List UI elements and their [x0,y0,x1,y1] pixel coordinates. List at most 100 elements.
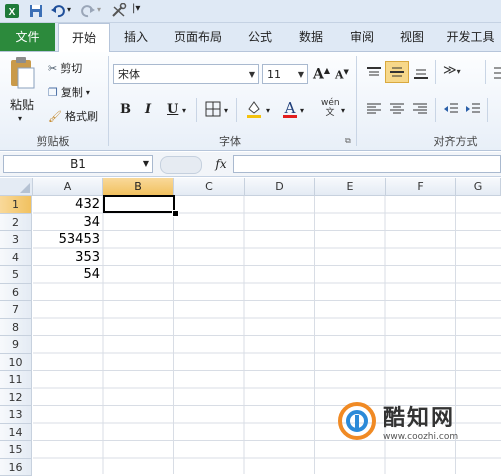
row-header[interactable]: 11 [0,371,32,389]
fill-handle[interactable] [172,210,179,217]
align-left-icon[interactable] [366,102,382,116]
paste-button[interactable]: 粘贴 ▾ [6,56,38,132]
cell-a3[interactable]: 53453 [33,232,103,247]
underline-button[interactable]: U [167,102,178,117]
align-middle-button[interactable] [385,61,409,83]
format-painter-button[interactable]: 🖌 格式刷 [48,108,98,124]
insert-function-button[interactable]: fx [210,155,232,173]
redo-icon[interactable] [80,3,96,19]
column-header[interactable]: C [174,178,245,196]
phonetic-icon[interactable]: wén文 [321,98,339,120]
column-header[interactable]: G [456,178,501,196]
svg-text:X: X [9,7,16,18]
fill-color-icon[interactable] [245,99,263,119]
shrink-font-button[interactable]: A▼ [335,67,349,82]
cell-a5[interactable]: 54 [33,267,103,282]
row-header[interactable]: 10 [0,354,32,372]
row-header[interactable]: 15 [0,441,32,459]
tab-developer[interactable]: 开发工具 [440,23,501,51]
row-header[interactable]: 6 [0,284,32,302]
formula-input[interactable] [233,155,501,173]
tab-review[interactable]: 审阅 [340,23,384,51]
ribbon-home: 粘贴 ▾ ✂ 剪切 ❐ 复制 ▾ 🖌 格式刷 剪贴板 宋体 ▼ 11 ▼ A▲ … [0,52,501,151]
row-header[interactable]: 1 [0,196,32,214]
copy-button[interactable]: ❐ 复制 ▾ [48,84,90,100]
bold-button[interactable]: B [120,102,131,117]
copy-dropdown-icon: ▾ [86,88,90,97]
align-center-icon[interactable] [389,102,405,116]
tab-page-layout[interactable]: 页面布局 [164,23,232,51]
redo-dropdown-icon[interactable]: ▾ [97,5,101,14]
paste-icon [8,56,36,90]
undo-dropdown-icon[interactable]: ▾ [67,5,71,14]
font-size-value: 11 [267,68,281,81]
tab-data[interactable]: 数据 [288,23,334,51]
divider [196,98,197,122]
orientation-icon[interactable]: ≫▾ [443,63,461,78]
phonetic-dropdown-icon[interactable]: ▾ [341,106,345,115]
shrink-font-label: A [335,69,344,82]
row-header[interactable]: 5 [0,266,32,284]
tab-insert[interactable]: 插入 [114,23,158,51]
row-header[interactable]: 12 [0,389,32,407]
column-header[interactable]: A [33,178,103,196]
align-top-icon[interactable] [366,66,382,80]
font-size-combo[interactable]: 11 ▼ [262,64,308,84]
row-header[interactable]: 4 [0,249,32,267]
font-name-dropdown-icon[interactable]: ▼ [249,65,255,85]
align-right-icon[interactable] [412,102,428,116]
excel-icon[interactable]: X [4,3,20,19]
tab-view[interactable]: 视图 [390,23,434,51]
column-header[interactable]: D [245,178,315,196]
alignment-group-label: 对齐方式 [410,133,501,149]
cut-button[interactable]: ✂ 剪切 [48,60,82,76]
wrap-text-icon[interactable] [493,66,501,80]
font-color-icon[interactable]: A [282,98,298,120]
divider [435,98,436,122]
name-box-dropdown-icon[interactable]: ▼ [143,156,149,172]
cell-a1[interactable]: 432 [33,197,103,212]
active-cell-b1[interactable] [103,195,175,213]
select-all-corner[interactable] [0,178,33,196]
tab-formulas[interactable]: 公式 [238,23,282,51]
increase-indent-icon[interactable] [465,102,481,116]
row-header[interactable]: 13 [0,406,32,424]
save-icon[interactable] [28,3,44,19]
row-header[interactable]: 3 [0,231,32,249]
row-header[interactable]: 16 [0,459,32,476]
font-size-dropdown-icon[interactable]: ▼ [298,65,304,85]
font-color-dropdown-icon[interactable]: ▾ [300,106,304,115]
row-header[interactable]: 7 [0,301,32,319]
borders-icon[interactable] [205,101,221,117]
column-header[interactable]: B [103,178,174,196]
name-box[interactable]: B1 ▼ [3,155,153,173]
ribbon-tabs: 文件 开始 插入 页面布局 公式 数据 审阅 视图 开发工具 [0,23,501,52]
tab-home[interactable]: 开始 [58,23,110,52]
font-name-combo[interactable]: 宋体 ▼ [113,64,259,84]
fill-color-dropdown-icon[interactable]: ▾ [266,106,270,115]
cell-a2[interactable]: 34 [33,215,103,230]
decrease-indent-icon[interactable] [443,102,459,116]
cell-a4[interactable]: 353 [33,250,103,265]
font-dialog-launcher-icon[interactable]: ⧉ [345,136,351,146]
align-bottom-icon[interactable] [413,66,429,80]
column-header[interactable]: E [315,178,386,196]
row-header[interactable]: 2 [0,214,32,232]
italic-button[interactable]: I [145,102,151,117]
underline-dropdown-icon[interactable]: ▾ [182,106,186,115]
row-header[interactable]: 9 [0,336,32,354]
grow-font-button[interactable]: A▲ [313,65,330,83]
row-header[interactable]: 8 [0,319,32,337]
column-header[interactable]: F [386,178,456,196]
divider [435,60,436,84]
font-name-value: 宋体 [118,68,140,81]
undo-icon[interactable] [50,3,66,19]
divider [487,98,488,122]
svg-text:A: A [284,99,296,117]
formula-bar-splitter[interactable] [160,156,202,174]
qat-customize-dropdown-icon[interactable]: |▾ [132,3,140,14]
borders-dropdown-icon[interactable]: ▾ [224,106,228,115]
customize-icon[interactable] [110,3,128,19]
tab-file[interactable]: 文件 [0,23,55,51]
row-header[interactable]: 14 [0,424,32,442]
